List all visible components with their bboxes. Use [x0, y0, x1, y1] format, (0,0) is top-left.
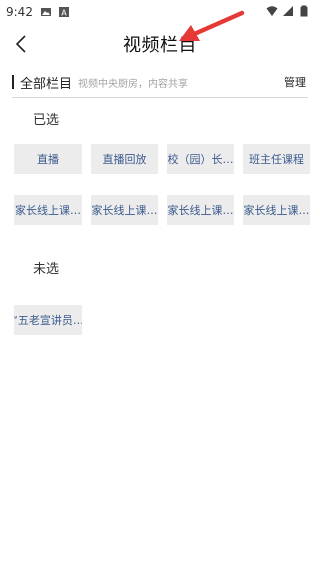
section-bar: 全部栏目 视频中央厨房，内容共享 管理 [12, 68, 308, 98]
channel-chip[interactable]: 班主任课程 [243, 144, 310, 174]
svg-text:A: A [61, 9, 67, 18]
channel-chip[interactable]: 直播回放 [91, 144, 158, 174]
image-icon [41, 8, 51, 16]
annotation-arrow-icon [179, 10, 245, 41]
section-accent-line [12, 74, 14, 89]
wifi-icon [266, 6, 278, 16]
section-title: 全部栏目 [20, 77, 73, 92]
status-left-icons: A [40, 6, 70, 18]
page-title: 视频栏目 [123, 35, 197, 56]
battery-icon [300, 5, 308, 17]
status-bar: 9:42 A [0, 0, 320, 24]
status-right-icons [266, 5, 310, 17]
channel-chip[interactable]: 家长线上课… [14, 195, 82, 225]
selected-label: 已选 [33, 113, 60, 128]
channel-chip[interactable]: “五老宣讲员… [14, 305, 82, 335]
channel-chip[interactable]: 直播 [14, 144, 82, 174]
status-time: 9:42 [6, 5, 33, 19]
font-icon: A [59, 7, 69, 18]
unselected-label: 未选 [33, 262, 60, 277]
channel-chip[interactable]: 校（园）长… [167, 144, 234, 174]
signal-icon [283, 6, 293, 16]
channel-chip[interactable]: 家长线上课… [243, 195, 310, 225]
section-subtitle: 视频中央厨房，内容共享 [78, 79, 189, 90]
manage-button[interactable]: 管理 [284, 74, 306, 90]
channel-chip[interactable]: 家长线上课… [167, 195, 234, 225]
channel-chip[interactable]: 家长线上课… [91, 195, 158, 225]
header: 视频栏目 [0, 26, 320, 62]
